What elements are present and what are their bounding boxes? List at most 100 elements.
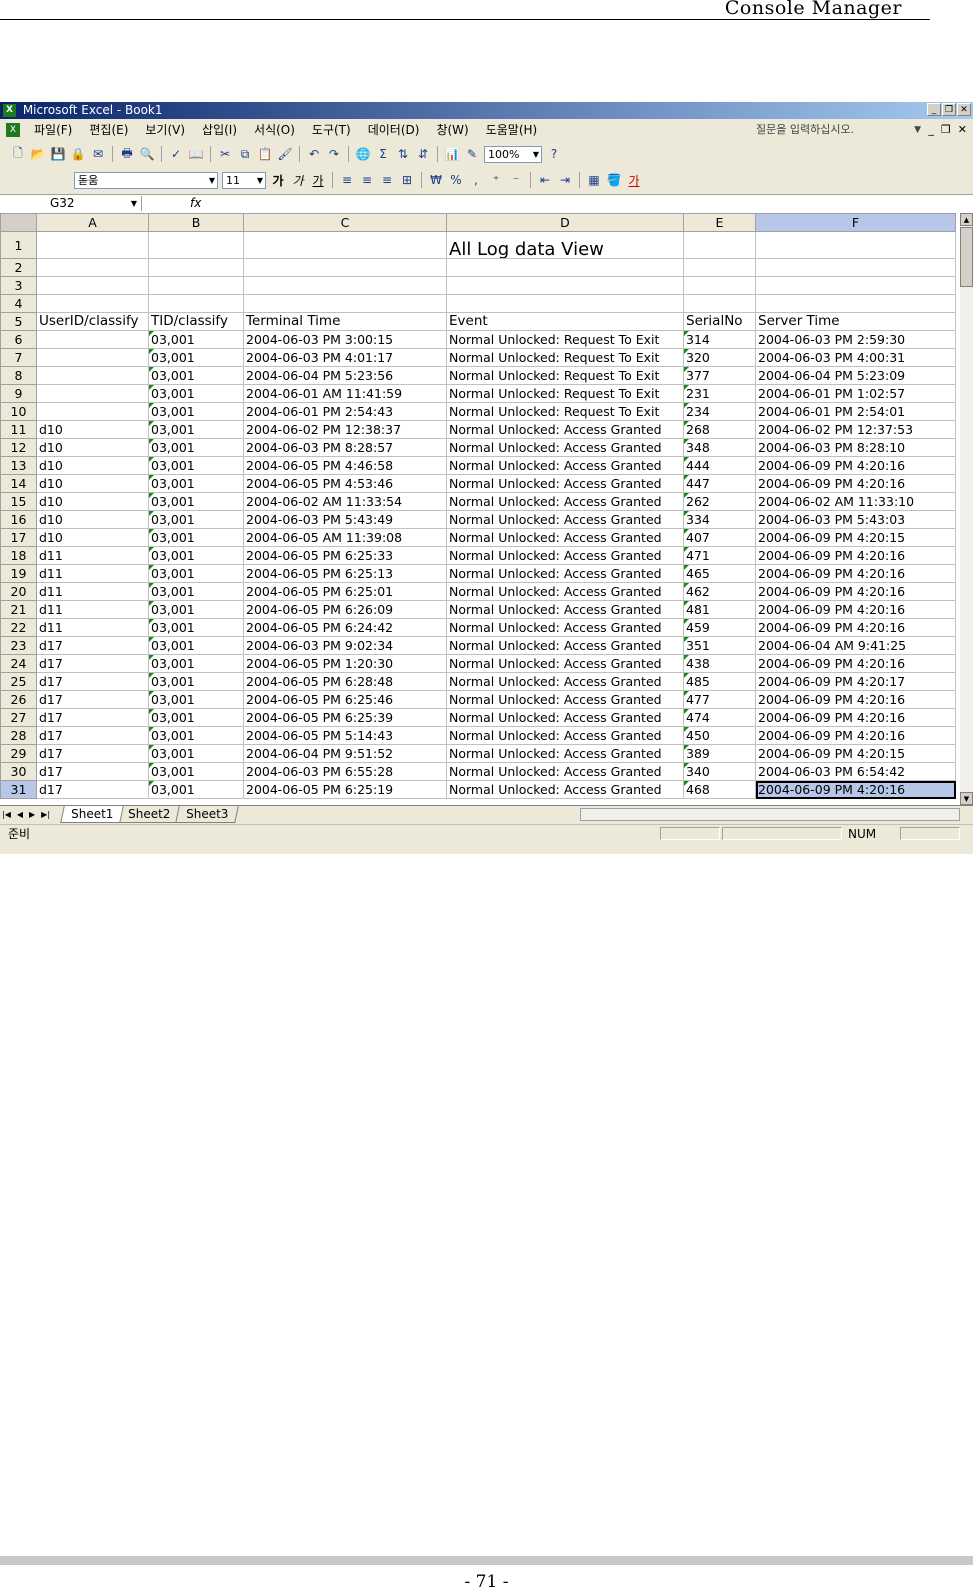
cell[interactable]: 03,001	[148, 762, 244, 781]
cell[interactable]: d17	[36, 762, 149, 781]
cell[interactable]: 2004-06-09 PM 4:20:16	[755, 564, 956, 583]
cell[interactable]: d10	[36, 492, 149, 511]
cell[interactable]: Normal Unlocked: Access Granted	[446, 636, 684, 655]
cell[interactable]	[36, 276, 149, 295]
cell[interactable]	[36, 366, 149, 385]
cell[interactable]: 03,001	[148, 690, 244, 709]
italic-button[interactable]: 가	[290, 172, 306, 188]
cell[interactable]: 2004-06-01 PM 2:54:43	[243, 402, 447, 421]
spelling-icon[interactable]: ✓	[168, 146, 184, 162]
cell[interactable]: 377	[683, 366, 756, 385]
cell[interactable]	[148, 276, 244, 295]
workbook-close-icon[interactable]: ✕	[958, 119, 967, 141]
row-header[interactable]: 16	[0, 510, 37, 529]
row-header[interactable]: 12	[0, 438, 37, 457]
cell[interactable]: 2004-06-09 PM 4:20:16	[755, 726, 956, 745]
cell[interactable]	[243, 294, 447, 313]
row-header[interactable]: 30	[0, 762, 37, 781]
cell[interactable]	[36, 384, 149, 403]
research-icon[interactable]: 📖	[188, 146, 204, 162]
cell[interactable]: 2004-06-04 PM 5:23:09	[755, 366, 956, 385]
select-all-corner[interactable]	[0, 213, 37, 232]
cell[interactable]: 2004-06-09 PM 4:20:17	[755, 672, 956, 691]
minimize-icon[interactable]: _	[927, 103, 941, 116]
cell[interactable]: 2004-06-09 PM 4:20:16	[755, 618, 956, 637]
workbook-minimize-icon[interactable]: _	[928, 119, 934, 141]
cell[interactable]	[36, 330, 149, 349]
cell[interactable]: 2004-06-05 PM 6:28:48	[243, 672, 447, 691]
cell[interactable]: Normal Unlocked: Access Granted	[446, 582, 684, 601]
font-name-select[interactable]: 돋움 ▼	[74, 171, 218, 189]
font-color-button[interactable]: 가	[626, 172, 642, 188]
cell[interactable]: 03,001	[148, 438, 244, 457]
cell[interactable]: SerialNo	[683, 312, 756, 331]
cell[interactable]: 465	[683, 564, 756, 583]
cell[interactable]: 2004-06-09 PM 4:20:16	[755, 474, 956, 493]
cell[interactable]	[446, 294, 684, 313]
cell[interactable]: 03,001	[148, 744, 244, 763]
cell[interactable]: 03,001	[148, 402, 244, 421]
permission-icon[interactable]: 🔒	[70, 146, 86, 162]
cell[interactable]: 2004-06-09 PM 4:20:16	[755, 456, 956, 475]
column-header-f[interactable]: F	[755, 213, 956, 232]
chevron-down-icon[interactable]: ▼	[209, 173, 215, 188]
align-right-icon[interactable]: ≡	[379, 172, 395, 188]
menu-item[interactable]: 파일(F)	[34, 119, 72, 141]
cell[interactable]: 2004-06-02 AM 11:33:54	[243, 492, 447, 511]
cell[interactable]: Normal Unlocked: Request To Exit	[446, 366, 684, 385]
cell[interactable]: 2004-06-02 PM 12:37:53	[755, 420, 956, 439]
merge-center-icon[interactable]: ⊞	[399, 172, 415, 188]
cell[interactable]: 2004-06-05 PM 5:14:43	[243, 726, 447, 745]
cell[interactable]	[446, 258, 684, 277]
cell[interactable]: Server Time	[755, 312, 956, 331]
email-icon[interactable]: ✉	[90, 146, 106, 162]
cell[interactable]: 03,001	[148, 528, 244, 547]
menu-item[interactable]: 데이터(D)	[368, 119, 420, 141]
cell[interactable]: 2004-06-03 PM 8:28:57	[243, 438, 447, 457]
cell[interactable]: 462	[683, 582, 756, 601]
cell[interactable]: 351	[683, 636, 756, 655]
fx-icon[interactable]: fx	[190, 196, 201, 210]
cell[interactable]	[36, 402, 149, 421]
cell[interactable]: 03,001	[148, 654, 244, 673]
cell[interactable]: Normal Unlocked: Access Granted	[446, 420, 684, 439]
cell[interactable]	[36, 258, 149, 277]
row-header[interactable]: 14	[0, 474, 37, 493]
cell[interactable]: 438	[683, 654, 756, 673]
cell[interactable]: 389	[683, 744, 756, 763]
increase-decimal-icon[interactable]: ⁺	[488, 172, 504, 188]
cell[interactable]: 2004-06-09 PM 4:20:16	[755, 546, 956, 565]
cell[interactable]: Normal Unlocked: Access Granted	[446, 654, 684, 673]
align-left-icon[interactable]: ≡	[339, 172, 355, 188]
row-header[interactable]: 7	[0, 348, 37, 367]
cell[interactable]	[683, 258, 756, 277]
menu-item[interactable]: 창(W)	[436, 119, 468, 141]
row-header[interactable]: 22	[0, 618, 37, 637]
row-header[interactable]: 10	[0, 402, 37, 421]
cell[interactable]: Normal Unlocked: Access Granted	[446, 492, 684, 511]
cell[interactable]: 2004-06-05 PM 6:25:46	[243, 690, 447, 709]
cell[interactable]: 471	[683, 546, 756, 565]
vertical-scrollbar[interactable]: ▲ ▼	[960, 213, 973, 805]
cell[interactable]: Terminal Time	[243, 312, 447, 331]
cell[interactable]: 340	[683, 762, 756, 781]
cell[interactable]: 2004-06-09 PM 4:20:16	[755, 600, 956, 619]
row-header[interactable]: 26	[0, 690, 37, 709]
row-header[interactable]: 2	[0, 258, 37, 277]
tab-sheet2[interactable]: Sheet2	[117, 806, 182, 823]
chevron-down-icon[interactable]: ▼	[533, 147, 539, 162]
cell[interactable]: 348	[683, 438, 756, 457]
cell[interactable]: d17	[36, 636, 149, 655]
cell[interactable]: 485	[683, 672, 756, 691]
cell[interactable]	[683, 294, 756, 313]
menu-item[interactable]: 서식(O)	[254, 119, 295, 141]
cell[interactable]: 2004-06-05 PM 6:26:09	[243, 600, 447, 619]
row-header[interactable]: 28	[0, 726, 37, 745]
cell[interactable]: Normal Unlocked: Access Granted	[446, 726, 684, 745]
restore-icon[interactable]: ❐	[942, 103, 956, 116]
cell[interactable]: 2004-06-01 AM 11:41:59	[243, 384, 447, 403]
chevron-down-icon[interactable]: ▼	[131, 196, 137, 211]
cell[interactable]: 03,001	[148, 510, 244, 529]
cell[interactable]: d10	[36, 510, 149, 529]
menu-item[interactable]: 편집(E)	[89, 119, 128, 141]
